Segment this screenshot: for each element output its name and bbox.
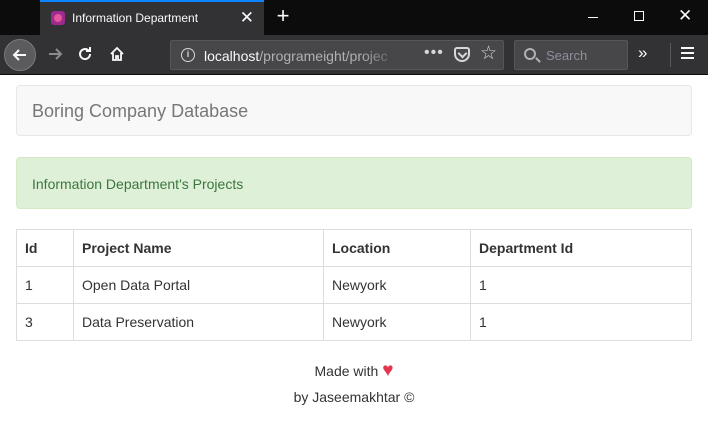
cell-id: 3 bbox=[16, 303, 74, 341]
new-tab-button[interactable]: + bbox=[270, 4, 296, 30]
footer-made-with-line: Made with ♥ bbox=[0, 360, 708, 382]
bookmark-star-icon[interactable]: ☆ bbox=[480, 43, 497, 65]
projects-table: Id Project Name Location Department Id 1… bbox=[16, 229, 692, 341]
table-row: 3 Data Preservation Newyork 1 bbox=[16, 303, 692, 341]
tab-close-icon[interactable]: ✕ bbox=[240, 8, 254, 28]
close-icon: ✕ bbox=[678, 6, 693, 25]
toolbar-divider bbox=[670, 43, 671, 67]
navigation-toolbar: i localhost/programeight/projec ••• ☆ Se… bbox=[0, 35, 708, 75]
hamburger-menu-icon[interactable] bbox=[681, 47, 694, 59]
cell-id: 1 bbox=[16, 266, 74, 304]
cell-project-name: Data Preservation bbox=[73, 303, 324, 341]
url-fade bbox=[361, 41, 401, 69]
pocket-icon[interactable] bbox=[454, 47, 470, 62]
alert-success: Information Department's Projects bbox=[16, 157, 692, 209]
minimize-icon bbox=[588, 17, 598, 18]
search-input[interactable]: Search bbox=[514, 40, 628, 70]
overflow-menu-icon[interactable]: » bbox=[638, 43, 648, 63]
footer: Made with ♥ by Jaseemakhtar © bbox=[0, 360, 708, 407]
minimize-button[interactable] bbox=[570, 0, 616, 33]
reload-button[interactable] bbox=[70, 39, 102, 71]
maximize-icon bbox=[634, 11, 644, 21]
back-button[interactable] bbox=[4, 39, 36, 71]
page-actions-icon[interactable]: ••• bbox=[424, 44, 444, 62]
alert-text: Information Department's Projects bbox=[32, 176, 244, 192]
header-location: Location bbox=[323, 229, 471, 267]
title-bar: Information Department ✕ + ✕ bbox=[0, 0, 708, 35]
forward-button[interactable] bbox=[40, 39, 72, 71]
heart-icon: ♥ bbox=[382, 360, 394, 381]
table-row: 1 Open Data Portal Newyork 1 bbox=[16, 266, 692, 304]
search-icon bbox=[524, 48, 536, 60]
cell-department-id: 1 bbox=[470, 266, 692, 304]
header-project-name: Project Name bbox=[73, 229, 324, 267]
tab-title: Information Department bbox=[72, 11, 199, 25]
footer-made-with: Made with bbox=[314, 363, 379, 379]
home-icon bbox=[110, 46, 124, 61]
back-arrow-icon bbox=[12, 49, 26, 61]
reload-icon bbox=[79, 47, 92, 61]
page-content: Boring Company Database Information Depa… bbox=[0, 76, 708, 434]
search-placeholder: Search bbox=[546, 48, 588, 63]
url-host: localhost bbox=[204, 48, 260, 64]
table-header-row: Id Project Name Location Department Id bbox=[16, 229, 692, 267]
header-id: Id bbox=[16, 229, 74, 267]
navbar: Boring Company Database bbox=[16, 85, 692, 136]
cell-location: Newyork bbox=[323, 303, 471, 341]
footer-byline: by Jaseemakhtar © bbox=[293, 389, 415, 405]
header-department-id: Department Id bbox=[470, 229, 692, 267]
favicon-icon bbox=[51, 11, 65, 25]
cell-project-name: Open Data Portal bbox=[73, 266, 324, 304]
url-bar[interactable]: i localhost/programeight/projec ••• ☆ bbox=[170, 40, 504, 70]
navbar-brand[interactable]: Boring Company Database bbox=[32, 101, 248, 122]
browser-tab[interactable]: Information Department ✕ bbox=[40, 0, 264, 35]
cell-location: Newyork bbox=[323, 266, 471, 304]
home-button[interactable] bbox=[102, 39, 134, 71]
forward-arrow-icon bbox=[49, 48, 63, 60]
info-icon[interactable]: i bbox=[181, 48, 195, 62]
cell-department-id: 1 bbox=[470, 303, 692, 341]
close-window-button[interactable]: ✕ bbox=[662, 0, 708, 33]
maximize-button[interactable] bbox=[616, 0, 662, 33]
